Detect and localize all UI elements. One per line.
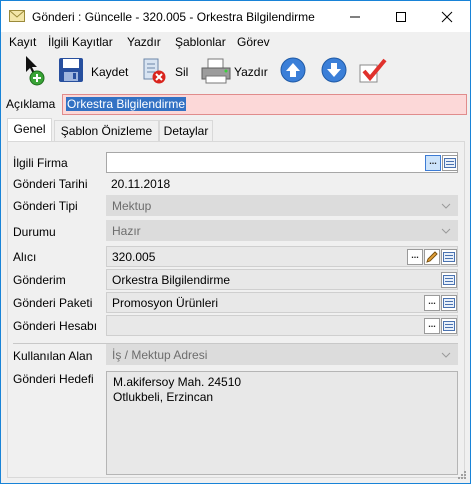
save-icon: [59, 58, 83, 82]
gonderi-tipi-value: Mektup: [112, 199, 152, 213]
gonderi-tarihi-label: Gönderi Tarihi: [13, 177, 88, 191]
print-icon: [201, 58, 231, 84]
down-arrow-icon: [321, 57, 347, 83]
menu-bar: Kayıt İlgili Kayıtlar Yazdır Şablonlar G…: [1, 32, 470, 52]
menu-kayit[interactable]: Kayıt: [9, 35, 36, 49]
envelope-icon: [9, 10, 25, 22]
move-down-button[interactable]: [321, 57, 347, 83]
gonderi-hesabi-browse-button[interactable]: ...: [424, 318, 440, 334]
move-up-button[interactable]: [280, 57, 306, 83]
tab-sablon-onizleme[interactable]: Şablon Önizleme: [54, 120, 159, 141]
aciklama-label: Açıklama: [6, 97, 56, 111]
chevron-down-icon: [441, 228, 451, 234]
close-icon: [441, 11, 453, 23]
alici-edit-button[interactable]: [424, 249, 440, 265]
gonderi-paketi-label: Gönderi Paketi: [13, 296, 93, 310]
up-arrow-icon: [280, 57, 306, 83]
kullanilan-alan-select[interactable]: İş / Mektup Adresi: [106, 344, 458, 365]
new-record-icon: [26, 56, 45, 86]
gonderi-hedefi-line-2: Otlukbeli, Erzincan: [113, 390, 214, 404]
toolbar: Kaydet Sil Yazdır: [1, 52, 470, 90]
menu-yazdir[interactable]: Yazdır: [127, 35, 161, 49]
save-button[interactable]: [58, 57, 84, 83]
kullanilan-alan-value: İş / Mektup Adresi: [112, 348, 208, 362]
gonderi-hedefi-textarea[interactable]: M.akifersoy Mah. 24510 Otlukbeli, Erzinc…: [106, 371, 458, 475]
form-icon: [444, 158, 456, 168]
form-icon: [443, 298, 455, 308]
gonderi-hesabi-label: Gönderi Hesabı: [13, 319, 98, 333]
gonderi-hedefi-label: Gönderi Hedefi: [13, 372, 94, 386]
maximize-button[interactable]: [378, 1, 424, 32]
chevron-down-icon: [441, 203, 451, 209]
gonderi-hesabi-field[interactable]: ...: [106, 315, 458, 336]
form-icon: [443, 275, 455, 285]
delete-icon: [143, 58, 166, 84]
minimize-icon: [350, 16, 360, 18]
gonderim-open-button[interactable]: [441, 272, 457, 288]
durumu-label: Durumu: [13, 225, 56, 239]
menu-ilgili-kayitlar[interactable]: İlgili Kayıtlar: [48, 35, 113, 49]
durumu-value: Hazır: [112, 224, 141, 238]
gonderi-tipi-label: Gönderi Tipi: [13, 199, 78, 213]
print-button[interactable]: [200, 57, 232, 85]
gonderim-label: Gönderim: [13, 273, 66, 287]
aciklama-value: Orkestra Bilgilendirme: [66, 97, 187, 111]
save-label[interactable]: Kaydet: [91, 65, 128, 79]
gonderi-hesabi-open-button[interactable]: [441, 318, 457, 334]
menu-sablonlar[interactable]: Şablonlar: [175, 35, 226, 49]
print-label[interactable]: Yazdır: [234, 65, 268, 79]
alici-open-button[interactable]: [441, 249, 457, 265]
alici-value: 320.005: [112, 250, 156, 264]
gonderi-tarihi-value: 20.11.2018: [111, 177, 171, 191]
gonderi-tipi-select[interactable]: Mektup: [106, 195, 458, 216]
delete-label[interactable]: Sil: [175, 65, 188, 79]
resize-grip-icon[interactable]: [457, 470, 467, 480]
ilgili-firma-label: İlgili Firma: [13, 156, 68, 170]
approve-icon: [359, 58, 387, 83]
gonderi-hedefi-line-1: M.akifersoy Mah. 24510: [113, 375, 242, 389]
minimize-button[interactable]: [332, 1, 378, 32]
tab-detaylar[interactable]: Detaylar: [159, 120, 213, 141]
ilgili-firma-browse-button[interactable]: ...: [425, 155, 441, 171]
durumu-select[interactable]: Hazır: [106, 220, 458, 241]
pencil-icon: [426, 251, 438, 263]
new-button[interactable]: [23, 55, 47, 87]
aciklama-input[interactable]: Orkestra Bilgilendirme: [62, 94, 467, 115]
gonderi-paketi-open-button[interactable]: [441, 295, 457, 311]
title-bar: Gönderi : Güncelle - 320.005 - Orkestra …: [1, 1, 470, 32]
ilgili-firma-field[interactable]: ...: [106, 152, 458, 173]
form-icon: [443, 252, 455, 262]
maximize-icon: [396, 12, 406, 22]
approve-button[interactable]: [358, 56, 388, 84]
delete-button[interactable]: [141, 57, 167, 85]
gonderi-paketi-value: Promosyon Ürünleri: [112, 296, 219, 310]
gonderim-field[interactable]: Orkestra Bilgilendirme: [106, 269, 458, 290]
tab-genel[interactable]: Genel: [7, 118, 52, 142]
close-button[interactable]: [424, 1, 470, 32]
ilgili-firma-open-button[interactable]: [442, 155, 458, 171]
alici-field[interactable]: 320.005 ...: [106, 246, 458, 267]
dialog-window: Gönderi : Güncelle - 320.005 - Orkestra …: [0, 0, 471, 484]
gonderim-value: Orkestra Bilgilendirme: [112, 273, 231, 287]
menu-gorev[interactable]: Görev: [237, 35, 270, 49]
kullanilan-alan-label: Kullanılan Alan: [13, 349, 93, 363]
gonderi-paketi-field[interactable]: Promosyon Ürünleri ...: [106, 292, 458, 313]
alici-browse-button[interactable]: ...: [407, 249, 423, 265]
chevron-down-icon: [441, 352, 451, 358]
window-title: Gönderi : Güncelle - 320.005 - Orkestra …: [32, 10, 315, 24]
gonderi-paketi-browse-button[interactable]: ...: [424, 295, 440, 311]
alici-label: Alıcı: [13, 250, 37, 264]
form-icon: [443, 321, 455, 331]
